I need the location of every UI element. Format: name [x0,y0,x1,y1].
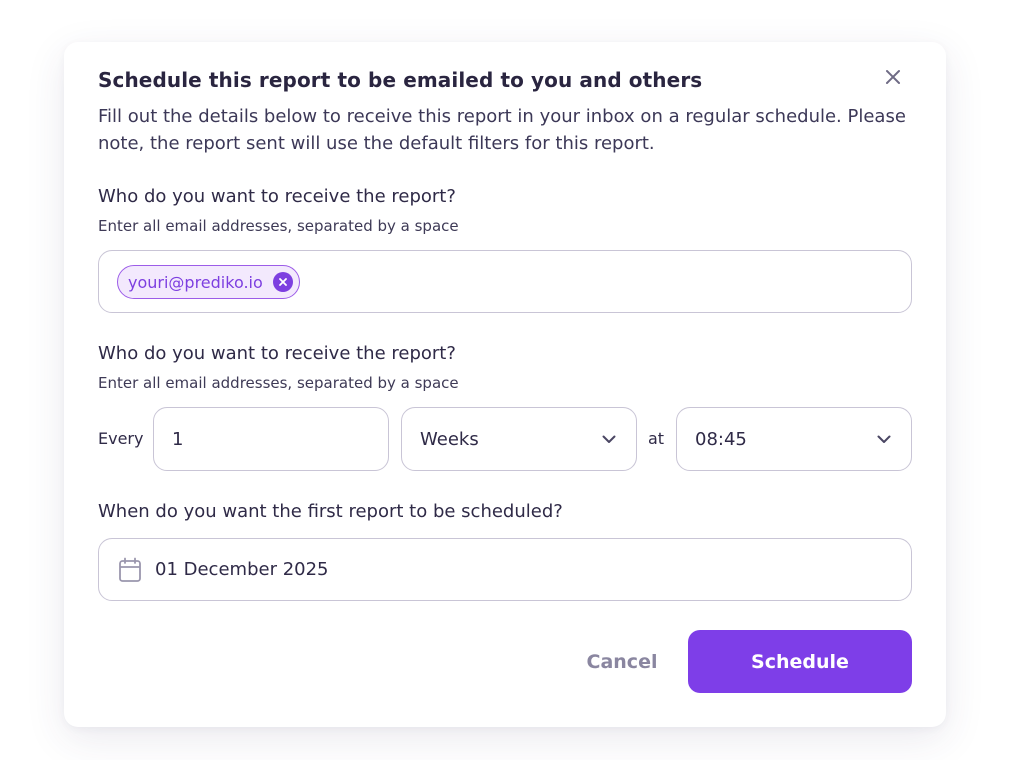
start-date-label: When do you want the first report to be … [98,501,563,522]
interval-input[interactable]: 1 [153,407,389,471]
recipients-hint: Enter all email addresses, separated by … [98,217,459,235]
modal-title: Schedule this report to be emailed to yo… [98,68,703,92]
unit-value: Weeks [420,428,479,450]
schedule-report-modal: Schedule this report to be emailed to yo… [64,42,946,727]
recipients-input[interactable]: youri@prediko.io [98,250,912,313]
at-label: at [648,429,665,448]
time-value: 08:45 [695,428,747,450]
start-date-input[interactable]: 01 December 2025 [98,538,912,601]
remove-chip-button[interactable] [272,272,293,292]
calendar-icon [118,557,142,587]
schedule-button[interactable]: Schedule [688,630,912,693]
remove-chip-icon [278,278,287,286]
every-label: Every [98,429,144,448]
cancel-button[interactable]: Cancel [574,642,670,682]
chevron-down-icon [877,435,891,443]
frequency-label: Who do you want to receive the report? [98,343,456,364]
unit-chevron [602,408,616,470]
recipients-label: Who do you want to receive the report? [98,186,456,207]
interval-value: 1 [172,428,184,450]
frequency-hint: Enter all email addresses, separated by … [98,374,459,392]
close-icon [886,70,900,84]
email-chip-label: youri@prediko.io [128,272,263,292]
modal-description: Fill out the details below to receive th… [98,106,906,154]
time-chevron [877,408,891,470]
start-date-value: 01 December 2025 [155,559,329,580]
unit-select[interactable]: Weeks [401,407,637,471]
chevron-down-icon [602,435,616,443]
time-select[interactable]: 08:45 [676,407,912,471]
email-chip: youri@prediko.io [117,265,300,299]
close-button[interactable] [882,66,904,88]
